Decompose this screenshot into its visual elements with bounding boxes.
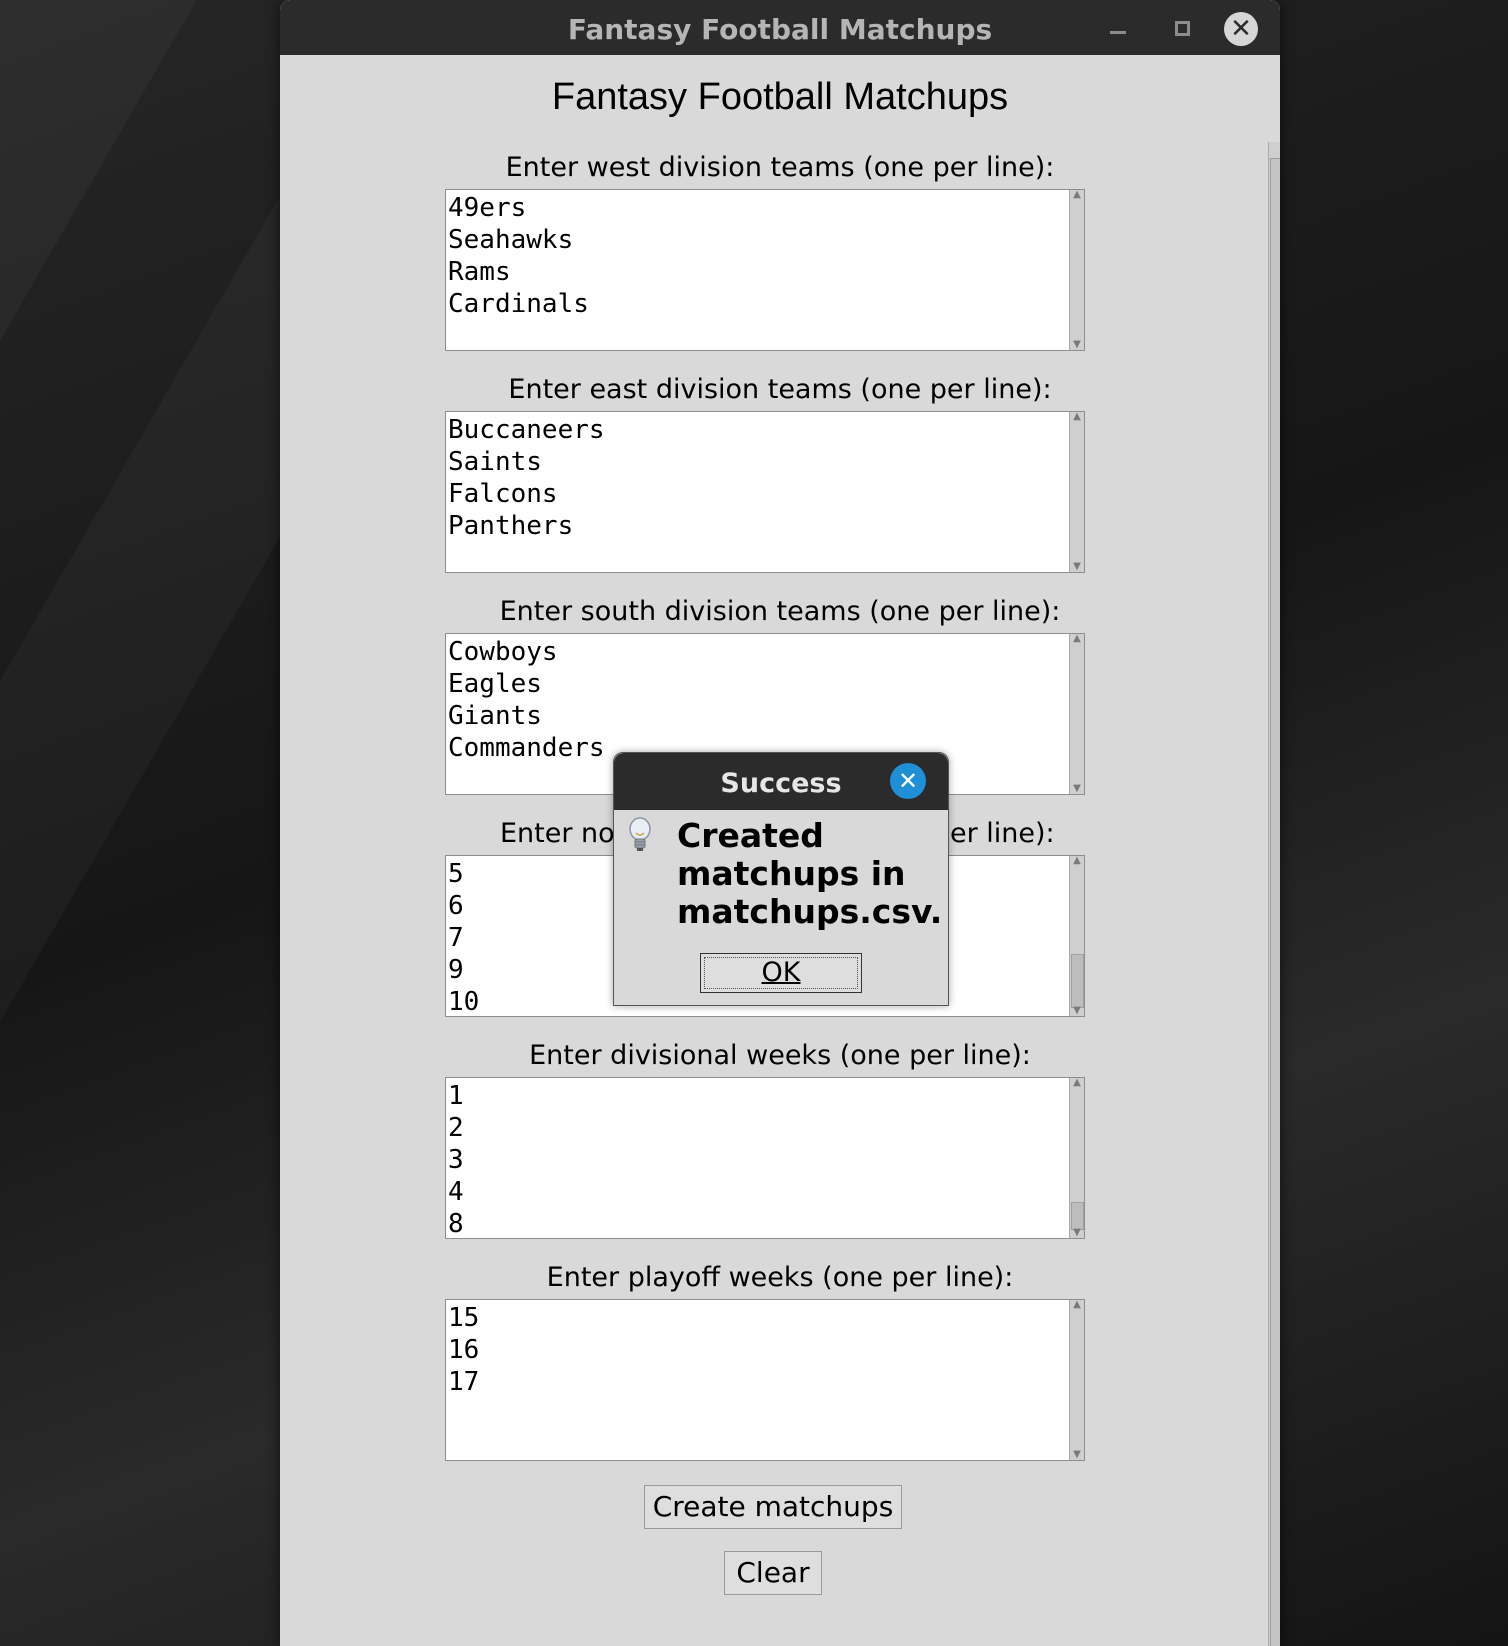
playoff-weeks-text: 15 16 17 [448,1303,480,1397]
west-division-scrollbar[interactable]: ▲ ▼ [1069,190,1084,350]
south-division-scrollbar[interactable]: ▲ ▼ [1069,634,1084,794]
non-divisional-label-left: Enter no [500,818,615,849]
success-dialog: Success ✕ Created matchups in matchups.c… [613,752,949,1006]
dialog-close-icon[interactable]: ✕ [890,763,926,799]
window-scrollbar[interactable] [1268,142,1280,1646]
east-division-scrollbar[interactable]: ▲ ▼ [1069,412,1084,572]
scroll-down-icon[interactable]: ▼ [1071,1228,1083,1238]
playoff-weeks-scrollbar[interactable]: ▲ ▼ [1069,1300,1084,1460]
south-division-text: Cowboys Eagles Giants Commanders [448,637,605,763]
scroll-down-icon[interactable]: ▼ [1071,1450,1083,1460]
app-heading: Fantasy Football Matchups [551,76,1009,118]
window-scrollbar-thumb[interactable] [1270,158,1280,1646]
scroll-down-icon[interactable]: ▼ [1071,562,1083,572]
dialog-message: Created matchups in matchups.csv. [677,816,943,931]
west-division-textbox[interactable]: 49ers Seahawks Rams Cardinals ▲ ▼ [445,189,1085,351]
scrollbar-thumb[interactable] [1071,954,1084,1008]
window-title: Fantasy Football Matchups [567,13,993,46]
lightbulb-icon [629,817,651,851]
playoff-weeks-label: Enter playoff weeks (one per line): [546,1262,1014,1293]
scroll-up-icon[interactable]: ▲ [1071,1300,1083,1310]
scroll-up-icon[interactable]: ▲ [1071,1078,1083,1088]
playoff-weeks-textbox[interactable]: 15 16 17 ▲ ▼ [445,1299,1085,1461]
scroll-up-icon[interactable]: ▲ [1071,634,1083,644]
non-divisional-label-right: er line): [950,818,1055,849]
south-division-label: Enter south division teams (one per line… [499,596,1061,627]
divisional-weeks-label: Enter divisional weeks (one per line): [529,1040,1031,1071]
east-division-label: Enter east division teams (one per line)… [508,374,1052,405]
create-matchups-button[interactable]: Create matchups [644,1485,902,1529]
minimize-icon[interactable] [1110,31,1126,34]
east-division-text: Buccaneers Saints Falcons Panthers [448,415,605,541]
scroll-down-icon[interactable]: ▼ [1071,784,1083,794]
dialog-ok-button[interactable]: OK [700,953,862,993]
window-titlebar[interactable]: Fantasy Football Matchups ✕ [280,0,1280,55]
scroll-down-icon[interactable]: ▼ [1071,1006,1083,1016]
dialog-titlebar[interactable]: Success ✕ [614,753,948,810]
clear-button[interactable]: Clear [724,1551,822,1595]
close-icon[interactable]: ✕ [1224,12,1258,46]
scroll-down-icon[interactable]: ▼ [1071,340,1083,350]
non-divisional-scrollbar[interactable]: ▲ ▼ [1069,856,1084,1016]
divisional-weeks-scrollbar[interactable]: ▲ ▼ [1069,1078,1084,1238]
scroll-up-icon[interactable]: ▲ [1071,856,1083,866]
divisional-weeks-textbox[interactable]: 1 2 3 4 8 ▲ ▼ [445,1077,1085,1239]
scroll-up-icon[interactable]: ▲ [1071,412,1083,422]
scroll-up-icon[interactable]: ▲ [1071,190,1083,200]
west-division-text: 49ers Seahawks Rams Cardinals [448,193,589,319]
scrollbar-thumb[interactable] [1071,1202,1084,1230]
divisional-weeks-text: 1 2 3 4 8 [448,1081,464,1239]
dialog-ok-label: OK [761,957,801,988]
east-division-textbox[interactable]: Buccaneers Saints Falcons Panthers ▲ ▼ [445,411,1085,573]
west-division-label: Enter west division teams (one per line)… [505,152,1055,183]
maximize-icon[interactable] [1175,21,1190,36]
